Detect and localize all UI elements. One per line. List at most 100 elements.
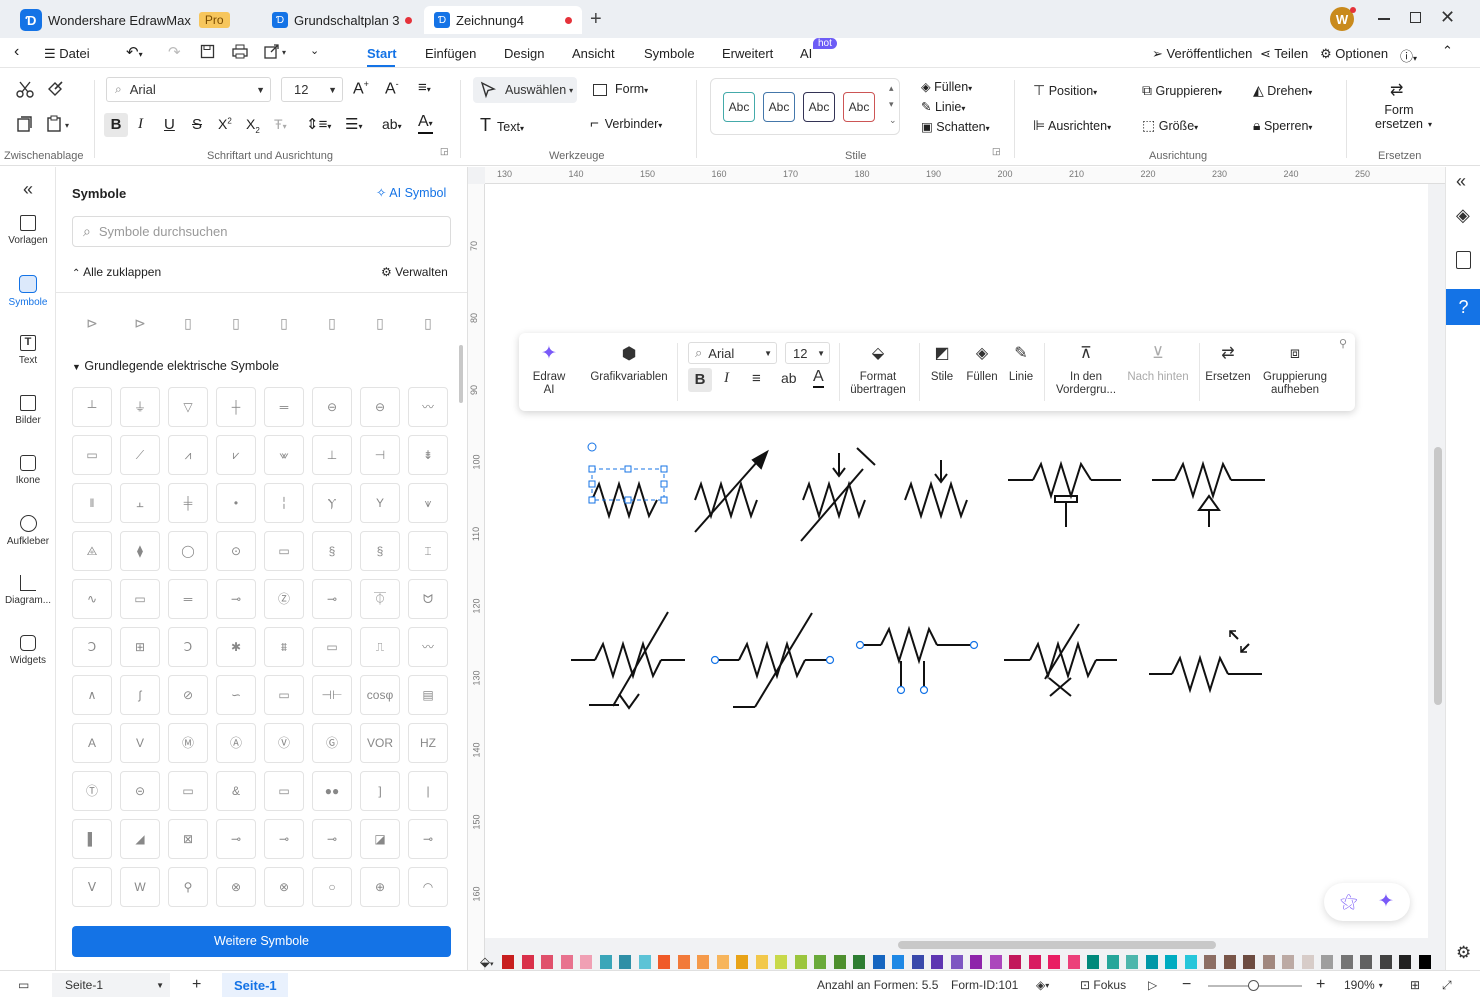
- symbol-item[interactable]: ⊸: [216, 819, 256, 859]
- collapse-all-button[interactable]: ⌃ Alle zuklappen: [72, 265, 161, 279]
- help-button[interactable]: ?: [1446, 289, 1480, 325]
- palette-swatch[interactable]: [950, 955, 963, 969]
- ai-symbol-button[interactable]: ✧ AI Symbol: [376, 185, 446, 200]
- symbol-item[interactable]: ⩩: [264, 627, 304, 667]
- align-icon[interactable]: ≡▾: [418, 79, 431, 96]
- replace-shape-icon[interactable]: ⇄: [1390, 80, 1403, 100]
- palette-swatch[interactable]: [775, 955, 787, 969]
- palette-swatch[interactable]: [1379, 955, 1392, 969]
- palette-swatch[interactable]: [580, 955, 592, 969]
- symbol-item[interactable]: ⊗: [264, 867, 304, 907]
- file-menu[interactable]: ☰ Datei: [44, 46, 90, 62]
- potentiometer-symbol[interactable]: [904, 460, 968, 520]
- symbol-item[interactable]: ⩛: [408, 483, 448, 523]
- publish-button[interactable]: ➢ Veröffentlichen: [1152, 46, 1252, 62]
- recent-symbol[interactable]: ▯: [168, 303, 208, 343]
- symbol-item[interactable]: Ⓣ: [72, 771, 112, 811]
- paste-icon[interactable]: ▾: [46, 115, 74, 133]
- graphic-vars-button[interactable]: ⬢ Grafikvariablen: [589, 345, 669, 384]
- palette-swatch[interactable]: [736, 955, 748, 969]
- palette-swatch[interactable]: [1360, 955, 1372, 969]
- symbol-item[interactable]: ⎍: [360, 627, 400, 667]
- italic-icon[interactable]: I: [724, 370, 729, 387]
- palette-swatch[interactable]: [1243, 955, 1255, 969]
- palette-swatch[interactable]: [1399, 955, 1411, 969]
- symbol-item[interactable]: ⊖: [360, 387, 400, 427]
- symbol-item[interactable]: VOR: [360, 723, 400, 763]
- recent-symbol[interactable]: ⊳: [72, 303, 112, 343]
- palette-swatch[interactable]: [1340, 955, 1353, 969]
- palette-swatch[interactable]: [755, 955, 768, 969]
- line-button[interactable]: ✎ Linie▾: [921, 99, 965, 114]
- group-button[interactable]: ⧉ Gruppieren▾: [1142, 82, 1222, 99]
- style-sample-2[interactable]: Abc: [763, 92, 795, 122]
- symbol-item[interactable]: ⫠: [120, 483, 160, 523]
- symbol-item[interactable]: A: [72, 723, 112, 763]
- italic-icon[interactable]: I: [138, 116, 143, 133]
- zoom-out-icon[interactable]: −: [1182, 973, 1191, 997]
- symbol-item[interactable]: ▤: [408, 675, 448, 715]
- palette-swatch[interactable]: [619, 955, 631, 969]
- symbol-item[interactable]: ⚲: [168, 867, 208, 907]
- symbol-item[interactable]: ∿: [72, 579, 112, 619]
- cut-icon[interactable]: [16, 80, 34, 98]
- send-back-button[interactable]: ⊻ Nach hinten: [1123, 346, 1193, 384]
- palette-swatch[interactable]: [1262, 955, 1275, 969]
- symbol-item[interactable]: 〰: [408, 387, 448, 427]
- minimize-icon[interactable]: [1378, 18, 1390, 20]
- sidebar-item-images[interactable]: Bilder: [0, 395, 56, 426]
- symbol-item[interactable]: ⧫: [120, 531, 160, 571]
- symbol-item[interactable]: •: [216, 483, 256, 523]
- symbol-item[interactable]: ▭: [264, 531, 304, 571]
- recent-symbol[interactable]: ▯: [216, 303, 256, 343]
- zoom-in-icon[interactable]: +: [1316, 973, 1325, 997]
- tab-design[interactable]: Design: [504, 46, 544, 61]
- underline-icon[interactable]: U: [164, 116, 175, 133]
- subscript-icon[interactable]: X2: [246, 116, 260, 135]
- position-button[interactable]: ⊤ Position▾: [1033, 82, 1097, 99]
- palette-swatch[interactable]: [541, 955, 553, 969]
- symbol-item[interactable]: |: [408, 771, 448, 811]
- palette-swatch[interactable]: [1048, 955, 1060, 969]
- symbol-item[interactable]: ✱: [216, 627, 256, 667]
- share-button[interactable]: ⋖ Teilen: [1260, 46, 1308, 62]
- doc-tab-1[interactable]: Ɗ Grundschaltplan 3: [262, 6, 420, 34]
- select-button[interactable]: Auswählen ▾: [473, 77, 577, 103]
- copy-icon[interactable]: [16, 115, 34, 133]
- symbol-item[interactable]: ⨹: [72, 531, 112, 571]
- vertical-scrollbar[interactable]: [1434, 447, 1442, 705]
- palette-swatch[interactable]: [1418, 955, 1431, 969]
- palette-swatch[interactable]: [1321, 955, 1333, 969]
- symbol-item[interactable]: ◯: [168, 531, 208, 571]
- dual-tap-resistor-symbol[interactable]: [860, 625, 974, 689]
- symbol-item[interactable]: ⊸: [264, 819, 304, 859]
- symbol-item[interactable]: &: [216, 771, 256, 811]
- shape-button[interactable]: Form▾: [593, 82, 648, 96]
- recent-symbol[interactable]: ▯: [408, 303, 448, 343]
- recent-symbol[interactable]: ▯: [264, 303, 304, 343]
- symbol-item[interactable]: Ⲩ: [312, 483, 352, 523]
- bold-icon[interactable]: B: [688, 368, 712, 392]
- style-sample-4[interactable]: Abc: [843, 92, 875, 122]
- symbol-item[interactable]: HZ: [408, 723, 448, 763]
- palette-swatch[interactable]: [560, 955, 573, 969]
- symbol-item[interactable]: Ⅴ: [72, 867, 112, 907]
- symbol-item[interactable]: ▭: [120, 579, 160, 619]
- palette-fill-icon[interactable]: ⬙▾: [480, 954, 494, 970]
- symbol-item[interactable]: ⊗: [216, 867, 256, 907]
- font-color-icon[interactable]: A▾: [418, 114, 433, 134]
- paint-bucket-icon[interactable]: ◈: [1456, 205, 1470, 226]
- symbol-item[interactable]: ⊘: [168, 675, 208, 715]
- symbol-item[interactable]: ▭: [168, 771, 208, 811]
- symbol-item[interactable]: ═: [168, 579, 208, 619]
- undo-icon[interactable]: ↶▾: [126, 43, 143, 61]
- symbol-item[interactable]: Ↄ: [72, 627, 112, 667]
- shadow-button[interactable]: ▣ Schatten▾: [921, 119, 990, 134]
- symbol-item[interactable]: ◢: [120, 819, 160, 859]
- symbol-item[interactable]: ∽: [216, 675, 256, 715]
- font-color-icon[interactable]: A: [813, 368, 824, 388]
- symbol-item[interactable]: ●●: [312, 771, 352, 811]
- tab-view[interactable]: Ansicht: [572, 46, 615, 61]
- fullscreen-icon[interactable]: ⤢: [1442, 973, 1452, 997]
- symbol-item[interactable]: ⇟: [408, 435, 448, 475]
